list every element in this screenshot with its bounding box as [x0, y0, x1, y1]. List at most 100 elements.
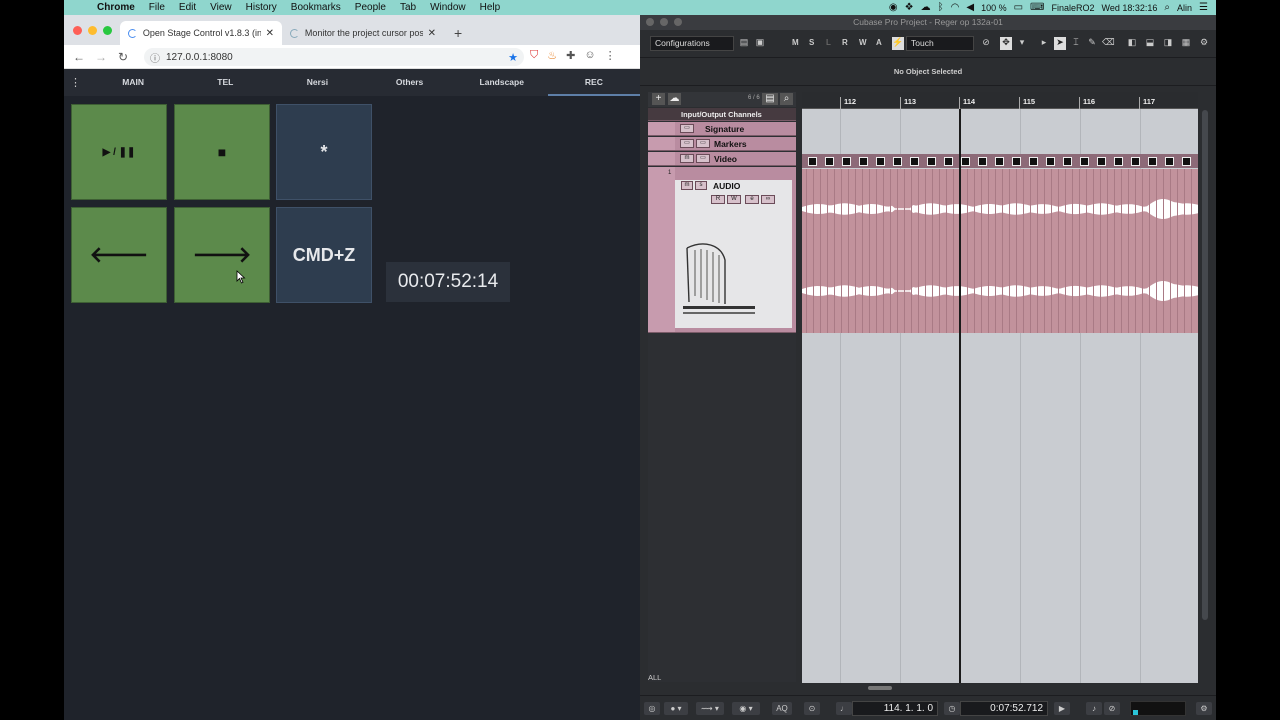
mixer-icon[interactable]: ▦	[1180, 37, 1192, 50]
write-automation-button[interactable]: W	[727, 195, 741, 204]
tab-rec[interactable]: REC	[547, 69, 640, 96]
snap-icon[interactable]: ✥	[1000, 37, 1012, 50]
menu-help[interactable]: Help	[473, 2, 508, 13]
battery-percent[interactable]: 100 %	[981, 3, 1007, 13]
configurations-dropdown[interactable]: Configurations	[650, 36, 734, 51]
punch-icon[interactable]: ⟿ ▾	[696, 702, 724, 715]
track-mute-button[interactable]: m	[681, 181, 693, 190]
forward-icon[interactable]: →	[90, 50, 112, 64]
eraser-tool-icon[interactable]: ⌫	[1102, 37, 1115, 50]
metronome-settings-icon[interactable]: ◉ ▾	[732, 702, 760, 715]
global-mute-button[interactable]: M	[792, 38, 799, 47]
undo-button[interactable]: CMD+Z	[276, 207, 372, 303]
right-zone-icon[interactable]: ◨	[1162, 37, 1174, 50]
clock-icon[interactable]: ◷	[944, 702, 960, 715]
close-tab-icon[interactable]: ✕	[266, 28, 274, 39]
zoom-window-button[interactable]	[674, 18, 682, 26]
menu-edit[interactable]: Edit	[172, 2, 203, 13]
shield-extension-icon[interactable]: ⛉	[530, 49, 538, 62]
close-window-button[interactable]	[73, 26, 82, 35]
edit-channel-button[interactable]: e	[745, 195, 759, 204]
track-mute-button[interactable]: m	[680, 154, 694, 163]
track-video[interactable]: m ▭ Video	[648, 152, 796, 166]
left-arrow-button[interactable]: 🡐	[71, 207, 167, 303]
transport-gear-icon[interactable]: ⚙	[1196, 702, 1212, 715]
audio-event[interactable]	[802, 169, 1198, 333]
minimize-window-button[interactable]	[88, 26, 97, 35]
tab-others[interactable]: Others	[364, 69, 456, 96]
notification-center-icon[interactable]: ☰	[1199, 2, 1208, 13]
menu-clock[interactable]: Wed 18:32:16	[1102, 3, 1158, 13]
chrome-tab-osc[interactable]: Open Stage Control v1.8.3 (in d ✕	[120, 21, 282, 45]
battery-icon[interactable]: ▭	[1014, 2, 1023, 13]
sync-icon[interactable]: ⊘	[1104, 702, 1120, 715]
chevron-down-icon[interactable]: ▾	[1016, 37, 1028, 50]
add-track-from-template-button[interactable]: ☁	[668, 93, 681, 105]
chrome-tab-forum[interactable]: Monitor the project cursor posi ✕	[282, 21, 444, 45]
record-button-icon[interactable]: ● ▾	[664, 702, 688, 715]
track-signature[interactable]: ▭ Signature	[648, 122, 796, 136]
menu-tab[interactable]: Tab	[393, 2, 423, 13]
track-audio[interactable]: 1 m s AUDIO R W e ∞	[648, 167, 796, 333]
menu-people[interactable]: People	[348, 2, 393, 13]
close-window-button[interactable]	[646, 18, 654, 26]
puzzle-extension-icon[interactable]: ✚	[566, 49, 575, 62]
click-icon[interactable]: ♪	[1086, 702, 1102, 715]
note-icon[interactable]: ♩	[836, 702, 852, 715]
video-event[interactable]	[802, 154, 1198, 168]
menu-view[interactable]: View	[203, 2, 239, 13]
lock-icon[interactable]: ▭	[680, 139, 694, 148]
right-arrow-button[interactable]: 🡒	[174, 207, 270, 303]
object-select-tool-icon[interactable]: ▸	[1038, 37, 1050, 50]
automation-mode-dropdown[interactable]: Touch	[906, 36, 974, 51]
tab-tel[interactable]: TEL	[179, 69, 271, 96]
automation-icon[interactable]: ⚡	[892, 37, 904, 50]
timeline-ruler[interactable]: 112 113 114 115 116 117	[802, 92, 1198, 109]
layout-icon[interactable]: ▤	[738, 37, 750, 50]
range-tool-icon[interactable]: ⌶	[1070, 37, 1082, 50]
tab-main[interactable]: MAIN	[87, 69, 179, 96]
gear-icon[interactable]: ⚙	[1198, 37, 1210, 50]
back-icon[interactable]: ←	[68, 50, 90, 64]
reload-icon[interactable]: ↻	[112, 50, 134, 64]
lock-icon[interactable]: ▭	[680, 124, 694, 133]
global-auto-button[interactable]: A	[876, 38, 882, 47]
track-solo-button[interactable]: s	[695, 181, 707, 190]
menu-bookmarks[interactable]: Bookmarks	[284, 2, 348, 13]
time-display[interactable]: 0:07:52.712	[960, 701, 1048, 716]
arrange-window[interactable]	[802, 109, 1198, 683]
pointer-tool-icon[interactable]: ➤	[1054, 37, 1066, 50]
new-tab-button[interactable]: +	[454, 25, 462, 41]
cloud-icon[interactable]: ☁	[921, 2, 931, 13]
menu-user[interactable]: Alin	[1177, 3, 1192, 13]
tab-nersi[interactable]: Nersi	[271, 69, 363, 96]
global-write-button[interactable]: W	[859, 38, 867, 47]
spotlight-icon[interactable]: ⌕	[1164, 2, 1170, 13]
track-list-filter[interactable]: ALL	[648, 673, 661, 682]
global-solo-button[interactable]: S	[809, 38, 814, 47]
dropbox-icon[interactable]: ❖	[905, 2, 914, 13]
vertical-scroll-thumb[interactable]	[1202, 110, 1208, 620]
read-automation-button[interactable]: R	[711, 195, 725, 204]
menu-app-name[interactable]: Chrome	[90, 2, 142, 13]
info-icon[interactable]: ⓘ	[150, 50, 160, 65]
minimize-window-button[interactable]	[660, 18, 668, 26]
tab-landscape[interactable]: Landscape	[456, 69, 548, 96]
menu-history[interactable]: History	[239, 2, 284, 13]
bars-beats-display[interactable]: 114. 1. 1. 0	[852, 701, 938, 716]
pencil-tool-icon[interactable]: ✎	[1086, 37, 1098, 50]
global-listen-button[interactable]: L	[826, 38, 831, 47]
profile-icon[interactable]: ☺	[584, 49, 595, 62]
search-icon[interactable]: ⌕	[780, 93, 793, 105]
track-input-output-channels[interactable]: Input/Output Channels	[648, 108, 796, 121]
aq-button[interactable]: AQ	[772, 702, 792, 715]
address-bar[interactable]: ⓘ 127.0.0.1:8080 ★	[144, 48, 524, 66]
lock-icon[interactable]: ▭	[696, 154, 710, 163]
autoscroll-icon[interactable]: ⊘	[980, 37, 992, 50]
record-mode-icon[interactable]: ◎	[644, 702, 660, 715]
horizontal-scrollbar[interactable]	[802, 683, 1198, 693]
volume-icon[interactable]: ◀	[966, 2, 974, 13]
bookmark-star-icon[interactable]: ★	[508, 51, 518, 64]
transport-toggle-icon[interactable]: ▶	[1054, 702, 1070, 715]
left-zone-icon[interactable]: ◧	[1126, 37, 1138, 50]
